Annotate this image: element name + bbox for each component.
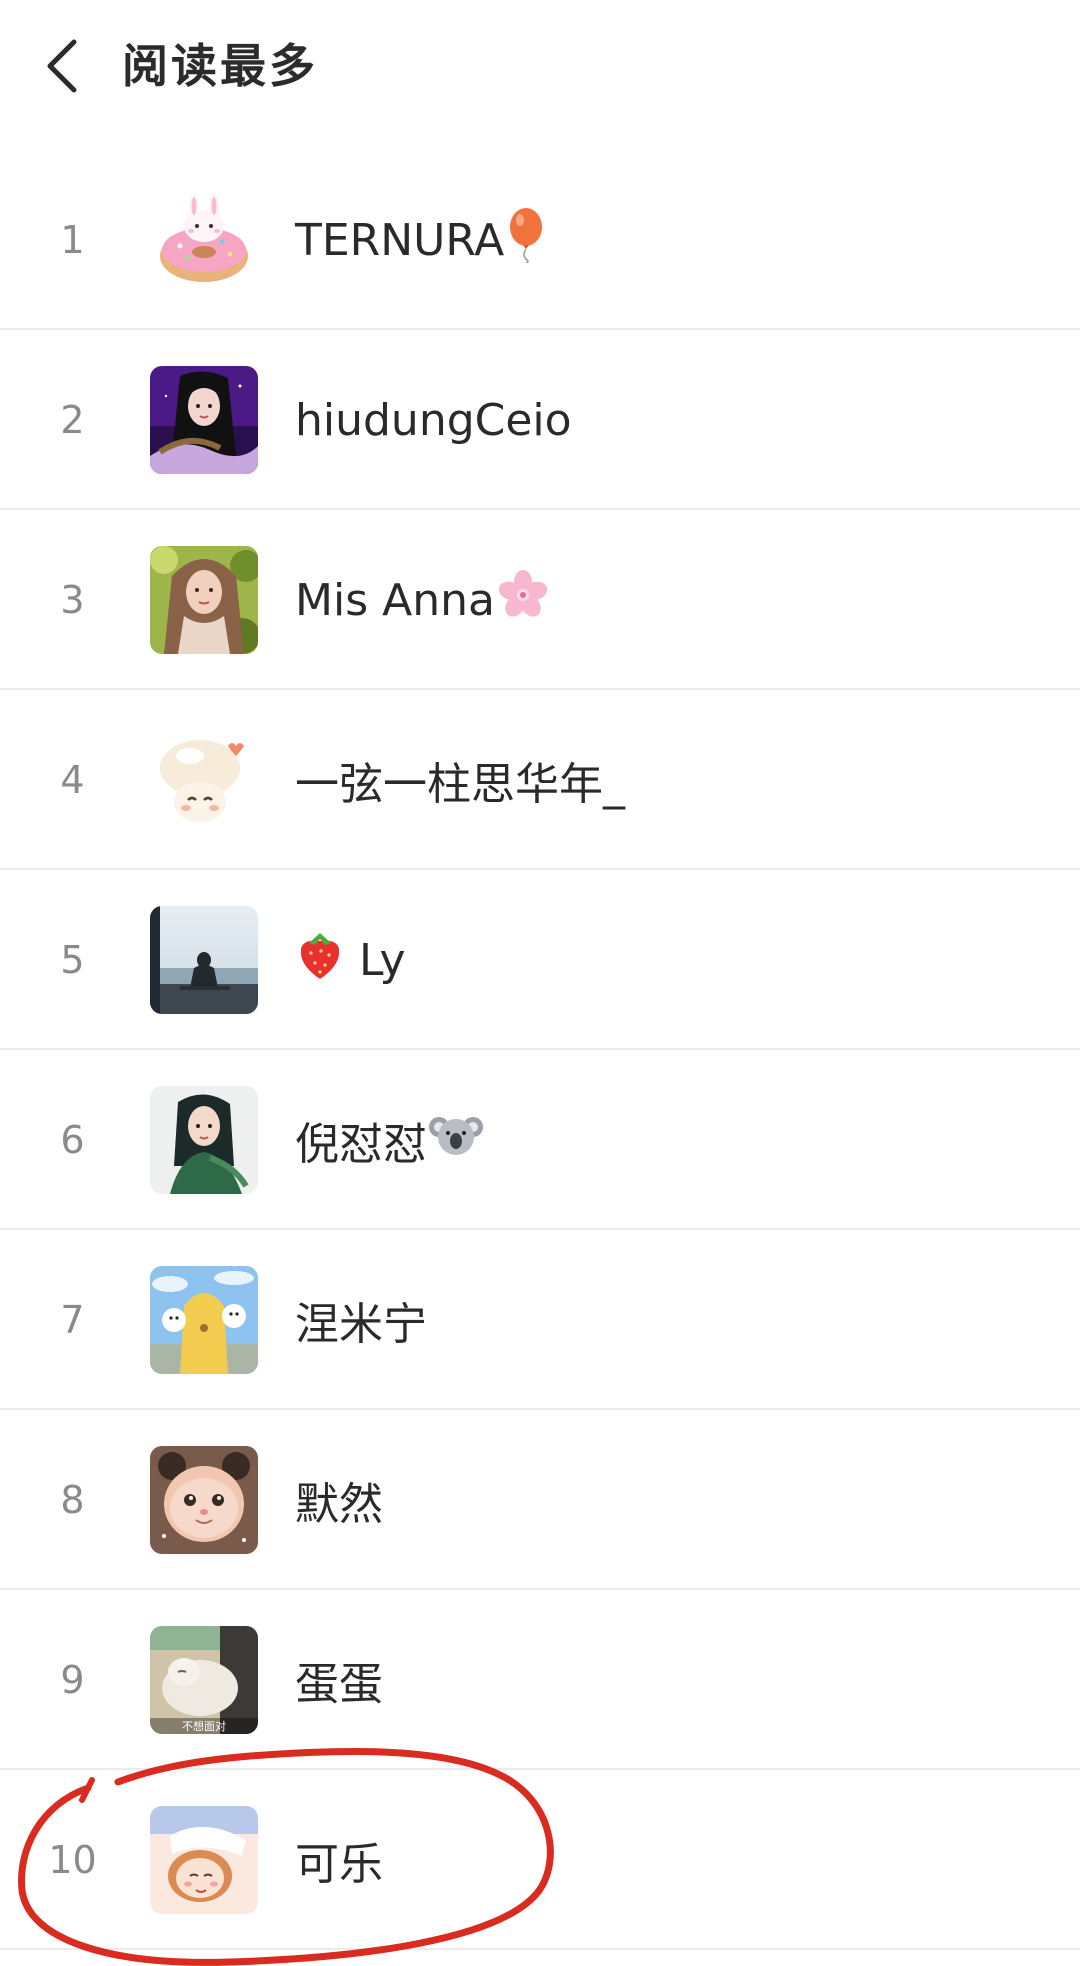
avatar[interactable] — [150, 546, 258, 654]
username[interactable]: hiudungCeio — [295, 330, 572, 510]
dark-hair-girl-avatar-image — [150, 366, 258, 474]
username[interactable]: 蛋蛋 — [295, 1590, 383, 1770]
avatar[interactable] — [150, 1446, 258, 1554]
curly-hair-girl-avatar-image — [150, 546, 258, 654]
username[interactable]: Ly — [295, 870, 406, 1050]
avatar[interactable] — [150, 726, 258, 834]
username-text: 倪怼怼 — [295, 1119, 427, 1170]
username-text: 一弦一柱思华年_ — [295, 759, 625, 810]
rank-number: 1 — [60, 218, 85, 262]
avatar[interactable] — [150, 906, 258, 1014]
username[interactable]: 倪怼怼 — [295, 1050, 483, 1230]
list-item[interactable]: 10 可乐 — [0, 1770, 1080, 1950]
username[interactable]: TERNURA — [295, 150, 546, 330]
list-item[interactable]: 6 倪怼怼 — [0, 1050, 1080, 1230]
username-text: TERNURA — [295, 214, 505, 266]
sleepy-animal-avatar-image: 不想面对 — [150, 1626, 258, 1734]
rank-number: 9 — [60, 1658, 85, 1702]
list-item[interactable]: 2 hiudungCeio — [0, 330, 1080, 510]
username-text: 蛋蛋 — [295, 1659, 383, 1710]
green-dress-girl-avatar-image — [150, 1086, 258, 1194]
avatar[interactable]: 不想面对 — [150, 1626, 258, 1734]
username[interactable]: 默然 — [295, 1410, 383, 1590]
avatar[interactable] — [150, 1806, 258, 1914]
cat-with-bear-ears-avatar-image — [150, 1446, 258, 1554]
username[interactable]: 涅米宁 — [295, 1230, 427, 1410]
avatar[interactable] — [150, 1266, 258, 1374]
username-text: 涅米宁 — [295, 1299, 427, 1350]
username[interactable]: 可乐 — [295, 1770, 383, 1950]
avatar[interactable] — [150, 186, 258, 294]
back-button[interactable] — [32, 30, 92, 102]
cartoon-girl-lying-avatar-image — [150, 1806, 258, 1914]
list-item[interactable]: 5 Ly — [0, 870, 1080, 1050]
rank-number: 5 — [60, 938, 85, 982]
avatar-caption: 不想面对 — [182, 1719, 226, 1733]
username-text: hiudungCeio — [295, 394, 572, 446]
dogs-in-yellow-hoodie-avatar-image — [150, 1266, 258, 1374]
username-text: 可乐 — [295, 1839, 383, 1890]
rank-number: 4 — [60, 758, 85, 802]
username[interactable]: 一弦一柱思华年_ — [295, 690, 625, 870]
chevron-left-icon — [47, 39, 77, 93]
rank-number: 6 — [60, 1118, 85, 1162]
list-item[interactable]: 8 默然 — [0, 1410, 1080, 1590]
list-item[interactable]: 1 TERNURA — [0, 150, 1080, 330]
cherry-blossom-emoji-icon — [497, 569, 549, 632]
strawberry-emoji-icon — [295, 929, 345, 992]
list-item[interactable]: 4 一弦一柱思华年_ — [0, 690, 1080, 870]
username-text: Ly — [359, 934, 406, 986]
list-item[interactable]: 7 涅米宁 — [0, 1230, 1080, 1410]
avatar[interactable] — [150, 1086, 258, 1194]
page-title: 阅读最多 — [122, 39, 318, 93]
rank-number: 2 — [60, 398, 85, 442]
list-item[interactable]: 9 不想面对 蛋蛋 — [0, 1590, 1080, 1770]
balloon-emoji-icon — [506, 207, 546, 274]
rank-number: 7 — [60, 1298, 85, 1342]
username[interactable]: Mis Anna — [295, 510, 549, 690]
rank-number: 8 — [60, 1478, 85, 1522]
ranking-list: 1 TERNURA 2 hiudungCeio 3 Mis Anna 4 一弦一… — [0, 150, 1080, 1950]
koala-emoji-icon — [429, 1109, 483, 1172]
header-bar: 阅读最多 — [0, 0, 1080, 135]
seaside-silhouette-avatar-image — [150, 906, 258, 1014]
mushroom-character-avatar-image — [150, 726, 258, 834]
rank-number: 10 — [48, 1838, 97, 1882]
avatar[interactable] — [150, 366, 258, 474]
username-text: Mis Anna — [295, 574, 495, 626]
rank-number: 3 — [60, 578, 85, 622]
donut-bunny-avatar-image — [150, 186, 258, 294]
username-text: 默然 — [295, 1479, 383, 1530]
list-item[interactable]: 3 Mis Anna — [0, 510, 1080, 690]
